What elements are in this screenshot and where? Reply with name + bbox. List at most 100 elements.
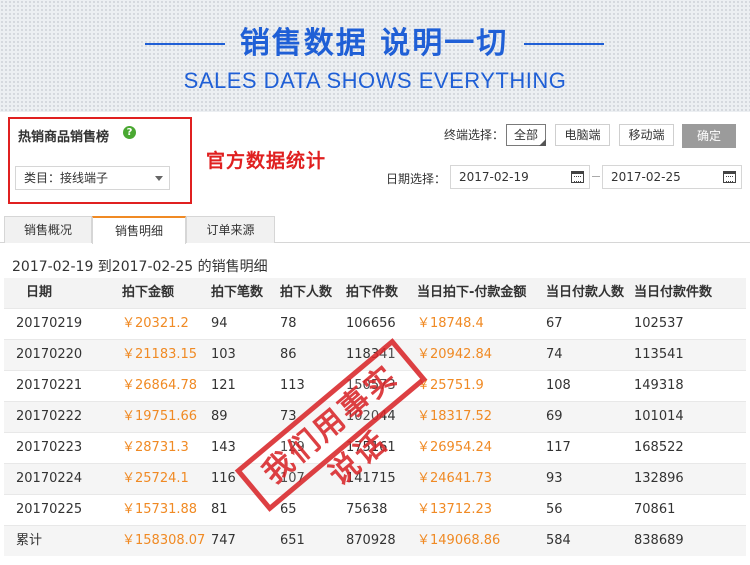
table-cell: 584 — [546, 533, 571, 548]
tab-order-source[interactable]: 订单来源 — [186, 216, 275, 243]
table-row: 累计 ￥158308.07 747 651 870928 ￥149068.86 584 838… — [4, 525, 746, 556]
section-title: 2017-02-19 到2017-02-25 的销售明细 — [12, 259, 268, 275]
table-cell: 20170225 — [16, 502, 83, 517]
header-buyer-count: 拍下人数 — [280, 285, 333, 300]
table-cell: ￥25751.9 — [417, 378, 484, 393]
header-order-amount: 拍下金额 — [122, 285, 175, 300]
banner-title-row: 销售数据 说明一切 — [0, 24, 750, 64]
table-cell: ￥18748.4 — [417, 316, 484, 331]
table-cell: 累计 — [16, 533, 43, 548]
table-cell: 20170220 — [16, 347, 83, 362]
banner-divider-left — [145, 43, 225, 45]
confirm-button[interactable]: 确定 — [682, 124, 736, 148]
table-cell: 20170222 — [16, 409, 83, 424]
table-cell: 870928 — [346, 533, 396, 548]
panel-title: 热销商品销售榜 — [18, 130, 110, 145]
question-circle-icon[interactable]: ? — [123, 126, 136, 139]
table-cell: 20170219 — [16, 316, 83, 331]
table-cell: ￥28731.3 — [122, 440, 189, 455]
table-cell: 103 — [211, 347, 236, 362]
tab-sales-overview[interactable]: 销售概况 — [4, 216, 92, 243]
table-cell: 20170224 — [16, 471, 83, 486]
table-cell: 75638 — [346, 502, 388, 517]
start-date-input[interactable]: 2017-02-19 — [450, 165, 590, 189]
banner: 销售数据 说明一切 SALES DATA SHOWS EVERYTHING — [0, 0, 750, 112]
table-cell: 143 — [211, 440, 236, 455]
selected-check-icon — [539, 139, 546, 146]
table-cell: ￥21183.15 — [122, 347, 198, 362]
terminal-all-label: 全部 — [513, 128, 538, 142]
terminal-pc-button[interactable]: 电脑端 — [555, 124, 610, 146]
table-cell: 93 — [546, 471, 563, 486]
table-cell: ￥25724.1 — [122, 471, 189, 486]
table-cell: 132896 — [634, 471, 684, 486]
table-cell: ￥24641.73 — [417, 471, 493, 486]
banner-subtitle: SALES DATA SHOWS EVERYTHING — [183, 68, 567, 93]
category-select[interactable]: 类目：接线端子 — [15, 166, 170, 190]
table-cell: 113 — [280, 378, 305, 393]
table-cell: 149318 — [634, 378, 684, 393]
end-date-value: 2017-02-25 — [611, 170, 681, 184]
terminal-all-button[interactable]: 全部 — [506, 124, 546, 146]
header-item-count: 拍下件数 — [346, 285, 399, 300]
table-cell: 168522 — [634, 440, 684, 455]
table-cell: 56 — [546, 502, 563, 517]
table-cell: ￥19751.66 — [122, 409, 198, 424]
end-date-input[interactable]: 2017-02-25 — [602, 165, 742, 189]
table-cell: 20170221 — [16, 378, 83, 393]
table-cell: 67 — [546, 316, 563, 331]
start-date-value: 2017-02-19 — [459, 170, 529, 184]
table-cell: 651 — [280, 533, 305, 548]
date-label: 日期选择： — [386, 172, 447, 186]
table-cell: 101014 — [634, 409, 684, 424]
header-paid-amount: 当日拍下-付款金额 — [417, 285, 527, 300]
table-cell: 116 — [211, 471, 236, 486]
table-cell: 69 — [546, 409, 563, 424]
table-cell: 81 — [211, 502, 228, 517]
table-cell: ￥18317.52 — [417, 409, 493, 424]
table-header: 日期 拍下金额 拍下笔数 拍下人数 拍下件数 当日拍下-付款金额 当日付款人数 … — [4, 278, 746, 308]
table-cell: 838689 — [634, 533, 684, 548]
header-order-count: 拍下笔数 — [211, 285, 264, 300]
table-cell: 94 — [211, 316, 228, 331]
date-separator — [592, 176, 600, 177]
official-data-note: 官方数据统计 — [206, 150, 327, 172]
tab-sales-detail[interactable]: 销售明细 — [92, 216, 186, 244]
table-cell: 78 — [280, 316, 297, 331]
terminal-mobile-button[interactable]: 移动端 — [619, 124, 674, 146]
table-cell: 121 — [211, 378, 236, 393]
table-row: 20170219 ￥20321.2 94 78 106656 ￥18748.4 67 1025… — [4, 308, 746, 339]
table-cell: 747 — [211, 533, 236, 548]
table-cell: ￥149068.86 — [417, 533, 501, 548]
table-cell: 117 — [546, 440, 571, 455]
table-cell: 113541 — [634, 347, 684, 362]
table-cell: 86 — [280, 347, 297, 362]
chevron-down-icon — [155, 176, 163, 181]
table-cell: 89 — [211, 409, 228, 424]
header-date: 日期 — [26, 285, 53, 300]
table-cell: 106656 — [346, 316, 396, 331]
table-cell: 20170223 — [16, 440, 83, 455]
table-row: 20170225 ￥15731.88 81 65 75638 ￥13712.23 56 708… — [4, 494, 746, 525]
table-cell: ￥26954.24 — [417, 440, 493, 455]
category-select-value: 类目：接线端子 — [24, 171, 109, 185]
calendar-icon[interactable] — [571, 171, 584, 183]
tab-bar: 销售概况 销售明细 订单来源 — [0, 214, 750, 244]
banner-title: 销售数据 说明一切 — [239, 26, 509, 61]
table-cell: ￥15731.88 — [122, 502, 198, 517]
table-cell: 74 — [546, 347, 563, 362]
terminal-label: 终端选择： — [444, 128, 505, 142]
header-paid-buyers: 当日付款人数 — [546, 285, 625, 300]
banner-divider-right — [524, 43, 604, 45]
terminal-mobile-label: 移动端 — [628, 128, 665, 142]
terminal-pc-label: 电脑端 — [564, 128, 601, 142]
table-cell: 70861 — [634, 502, 676, 517]
filter-panel: 热销商品销售榜 ? 类目：接线端子 官方数据统计 终端选择： 全部 电脑端 移动… — [0, 112, 750, 210]
table-cell: ￥13712.23 — [417, 502, 493, 517]
table-cell: 102537 — [634, 316, 684, 331]
header-paid-items: 当日付款件数 — [634, 285, 713, 300]
table-cell: ￥158308.07 — [122, 533, 206, 548]
table-cell: 108 — [546, 378, 571, 393]
calendar-icon[interactable] — [723, 171, 736, 183]
table-cell: ￥20321.2 — [122, 316, 189, 331]
